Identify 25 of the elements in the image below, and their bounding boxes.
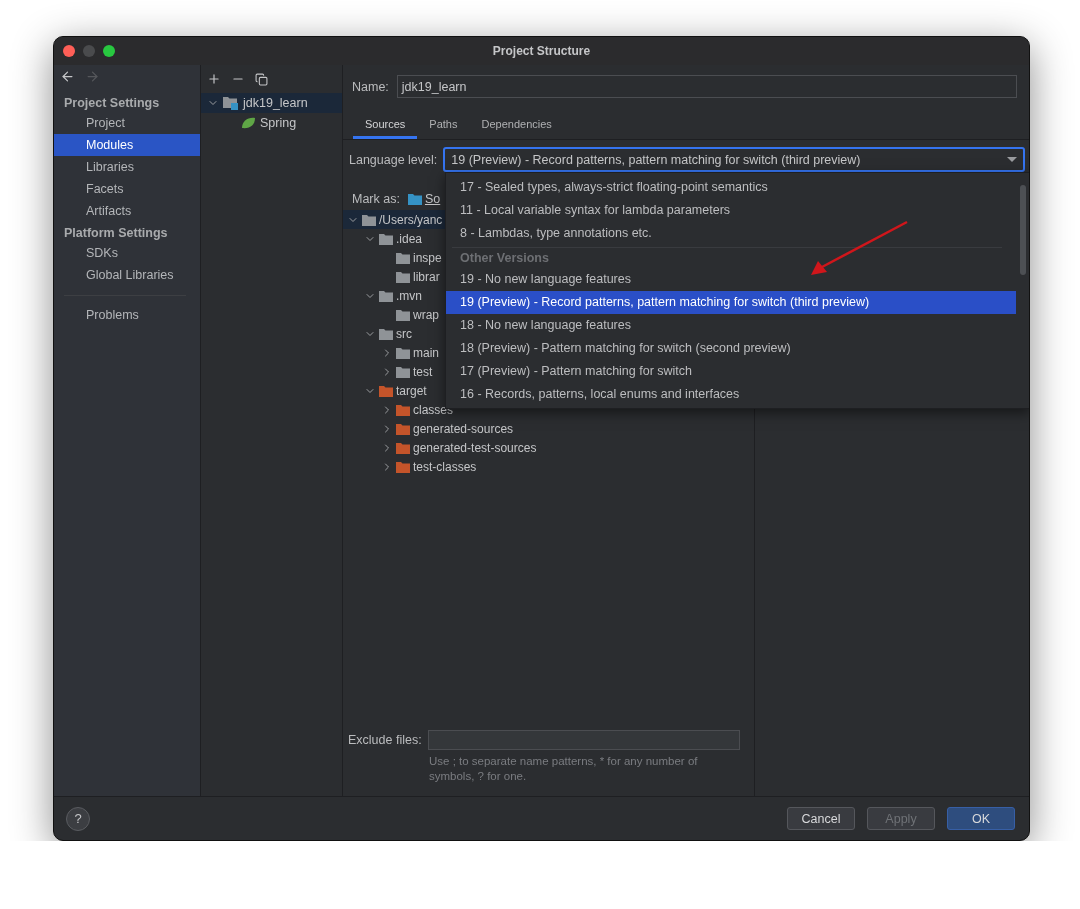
- exclude-files-label: Exclude files:: [348, 733, 422, 747]
- folder-label: .mvn: [396, 288, 422, 303]
- folder-label: generated-test-sources: [413, 440, 537, 455]
- section-title: Project Settings: [63, 95, 161, 112]
- folder-label: librar: [413, 269, 440, 284]
- language-level-label: Language level:: [349, 152, 438, 167]
- folder-label: test-classes: [413, 459, 477, 474]
- window-title: Project Structure: [492, 44, 591, 58]
- folder-label: /Users/yanc: [379, 212, 443, 227]
- folder-label: src: [396, 326, 412, 341]
- folder-label: main: [413, 345, 439, 360]
- name-label: Name:: [352, 79, 389, 94]
- folder-label: target: [396, 383, 427, 398]
- folder-label: inspe: [413, 250, 442, 265]
- mark-as-label: Mark as:: [352, 192, 400, 206]
- folder-label: .idea: [396, 231, 423, 246]
- folder-label: wrap: [413, 307, 439, 322]
- section-title: Platform Settings: [63, 225, 169, 242]
- hint-text: Use ; to separate name patterns, * for any number of symbols, ? for one.: [428, 754, 699, 784]
- folder-label: test: [413, 364, 433, 379]
- group-header: Other Versions: [452, 247, 1002, 268]
- module-label: Spring: [260, 116, 297, 130]
- folder-label: classes: [413, 402, 453, 417]
- folder-label: generated-sources: [413, 421, 514, 436]
- module-label: jdk19_learn: [243, 96, 308, 110]
